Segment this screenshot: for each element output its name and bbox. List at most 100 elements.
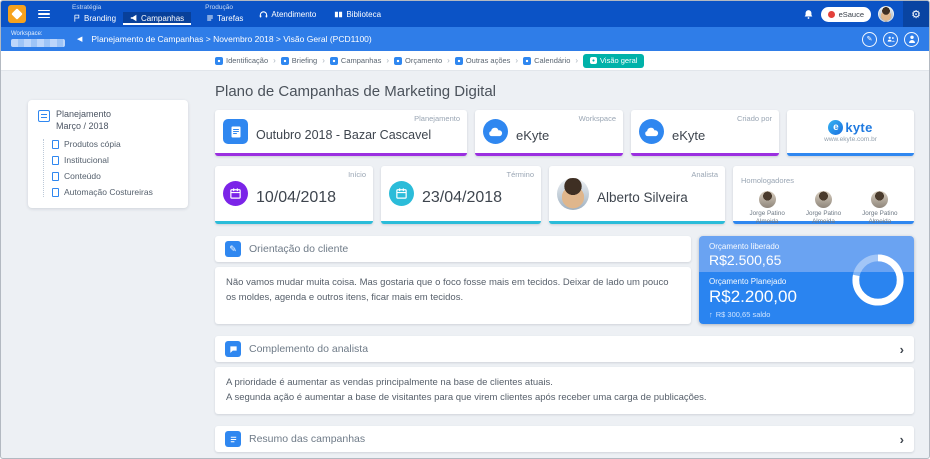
briefing-icon xyxy=(223,119,248,144)
step-separator: › xyxy=(386,56,390,65)
user-avatar[interactable] xyxy=(878,6,894,22)
planning-tree-card: Planejamento Março / 2018 Produtos cópia… xyxy=(28,100,188,209)
ekyte-logo-icon[interactable] xyxy=(8,5,26,23)
summary-list-icon xyxy=(225,431,241,448)
chevron-right-icon[interactable]: › xyxy=(900,343,904,356)
ekyte-e-icon: e xyxy=(828,120,844,135)
workspace-bar-actions: ✎ xyxy=(862,31,919,47)
tree-item-institucional[interactable]: Institucional xyxy=(52,155,178,165)
workspace-bar-left: Workspace: ◀ Planejamento de Campanhas >… xyxy=(11,31,372,47)
step-briefing[interactable]: Briefing xyxy=(280,56,318,65)
homologador[interactable]: Jorge Patino Almeida xyxy=(741,191,793,226)
planning-tree-header[interactable]: Planejamento Março / 2018 xyxy=(38,109,178,132)
section-complemento-header[interactable]: Complemento do analista › xyxy=(215,336,914,362)
headset-icon xyxy=(260,10,268,17)
card-label: Planejamento xyxy=(414,114,460,123)
nav-group-producao: Produção Tarefas xyxy=(199,1,250,27)
nav-group-items: Branding Campanhas xyxy=(66,11,192,25)
section-orientacao-header[interactable]: ✎ Orientação do cliente xyxy=(215,236,691,262)
step-campanhas[interactable]: Campanhas xyxy=(329,56,381,65)
tree-item-automacao-costureiras[interactable]: Automação Costureiras xyxy=(52,187,178,197)
step-identificacao[interactable]: Identificação xyxy=(215,56,268,65)
card-analista[interactable]: Analista Alberto Silveira xyxy=(549,166,725,224)
step-orcamento[interactable]: Orçamento xyxy=(394,56,442,65)
step-label: Calendário xyxy=(534,56,571,65)
workspace-name-redacted[interactable] xyxy=(11,39,65,47)
card-value: 23/04/2018 xyxy=(422,188,503,206)
ekyte-url: www.ekyte.com.br xyxy=(824,136,877,143)
budget-donut-chart xyxy=(852,254,904,306)
steps-bar: Identificação › Briefing › Campanhas › Orça… xyxy=(1,51,929,71)
nav-tarefas[interactable]: Tarefas xyxy=(199,12,250,25)
step-icon xyxy=(280,56,289,65)
cloud-icon xyxy=(639,119,664,144)
homologador-name: Jorge Patino Almeida xyxy=(805,210,842,225)
card-criado-por[interactable]: Criado por eKyte xyxy=(631,110,779,156)
card-workspace[interactable]: Workspace eKyte xyxy=(475,110,623,156)
ekyte-brand-logo: e kyte xyxy=(828,120,872,135)
card-label: Workspace xyxy=(578,114,616,123)
users-icon[interactable] xyxy=(883,31,898,47)
account-pill-label: eSauce xyxy=(838,9,864,19)
ekyte-brand-text: kyte xyxy=(845,120,873,135)
comment-icon xyxy=(225,341,241,357)
section-resumo-header[interactable]: Resumo das campanhas › xyxy=(215,426,914,453)
card-homologadores[interactable]: Homologadores Jorge Patino Almeida Jorge… xyxy=(733,166,914,226)
nav-biblioteca[interactable]: Biblioteca xyxy=(325,1,390,27)
step-active-label: Visão geral xyxy=(600,56,638,65)
cloud-icon xyxy=(483,119,508,144)
card-value: Alberto Silveira xyxy=(597,190,688,205)
bell-icon[interactable] xyxy=(803,9,814,20)
back-icon[interactable]: ◀ xyxy=(77,35,82,43)
card-ekyte-site[interactable]: e kyte www.ekyte.com.br xyxy=(787,110,914,156)
board-icon xyxy=(38,110,50,122)
account-pill[interactable]: eSauce xyxy=(820,6,871,22)
step-icon xyxy=(329,56,338,65)
homologador-name: Jorge Patino Almeida xyxy=(749,210,785,225)
settings-gear-icon[interactable]: ⚙ xyxy=(903,1,929,27)
step-visao-geral-button[interactable]: Visão geral xyxy=(583,53,645,68)
complemento-line-1: A prioridade é aumentar as vendas princi… xyxy=(226,377,553,388)
doc-icon xyxy=(52,187,59,197)
step-separator: › xyxy=(575,56,579,65)
card-value: 10/04/2018 xyxy=(256,188,337,206)
nav-campanhas[interactable]: Campanhas xyxy=(123,11,192,25)
card-label: Analista xyxy=(691,170,718,179)
menu-icon[interactable] xyxy=(38,1,50,27)
step-icon xyxy=(590,57,598,64)
step-outras-acoes[interactable]: Outras ações xyxy=(454,56,510,65)
tree-item-conteudo[interactable]: Conteúdo xyxy=(52,171,178,181)
homologador-name: Jorge Patino Almeida xyxy=(862,210,898,225)
card-label: Criado por xyxy=(736,114,772,123)
nav-group-label-estrategia: Estratégia xyxy=(72,3,102,11)
budget-balance: ↑ R$ 300,65 saldo xyxy=(709,310,904,319)
section-title: Complemento do analista xyxy=(249,343,369,355)
card-planejamento[interactable]: Planejamento Outubro 2018 - Bazar Cascav… xyxy=(215,110,467,156)
complemento-body-card: A prioridade é aumentar as vendas princi… xyxy=(215,367,914,415)
step-label: Briefing xyxy=(291,56,318,65)
card-termino[interactable]: Término 23/04/2018 xyxy=(381,166,541,224)
profile-icon[interactable] xyxy=(904,31,919,47)
budget-card[interactable]: Orçamento liberado R$2.500,65 Orçamento … xyxy=(699,236,914,324)
card-value: Outubro 2018 - Bazar Cascavel xyxy=(256,128,432,142)
step-icon xyxy=(523,56,532,65)
step-calendario[interactable]: Calendário xyxy=(523,56,570,65)
breadcrumb: Planejamento de Campanhas > Novembro 201… xyxy=(91,34,372,44)
card-value: eKyte xyxy=(516,127,550,143)
nav-group-items: Tarefas xyxy=(199,12,250,25)
homologador[interactable]: Jorge Patino Almeida xyxy=(797,191,849,226)
flag-icon xyxy=(74,14,80,22)
book-icon xyxy=(335,11,343,17)
nav-branding[interactable]: Branding xyxy=(66,12,123,25)
nav-atendimento[interactable]: Atendimento xyxy=(250,1,325,27)
homologador[interactable]: Jorge Patino Almeida xyxy=(854,191,906,226)
card-inicio[interactable]: Início 10/04/2018 xyxy=(215,166,373,224)
edit-icon[interactable]: ✎ xyxy=(862,31,877,47)
tree-item-produtos-copia[interactable]: Produtos cópia xyxy=(52,139,178,149)
step-label: Orçamento xyxy=(405,56,443,65)
section-title: Orientação do cliente xyxy=(249,243,349,255)
homologadores-row: Jorge Patino Almeida Jorge Patino Almeid… xyxy=(741,191,906,226)
section-title: Resumo das campanhas xyxy=(249,433,366,446)
budget-balance-text: R$ 300,65 saldo xyxy=(715,310,771,319)
chevron-right-icon[interactable]: › xyxy=(900,433,904,446)
